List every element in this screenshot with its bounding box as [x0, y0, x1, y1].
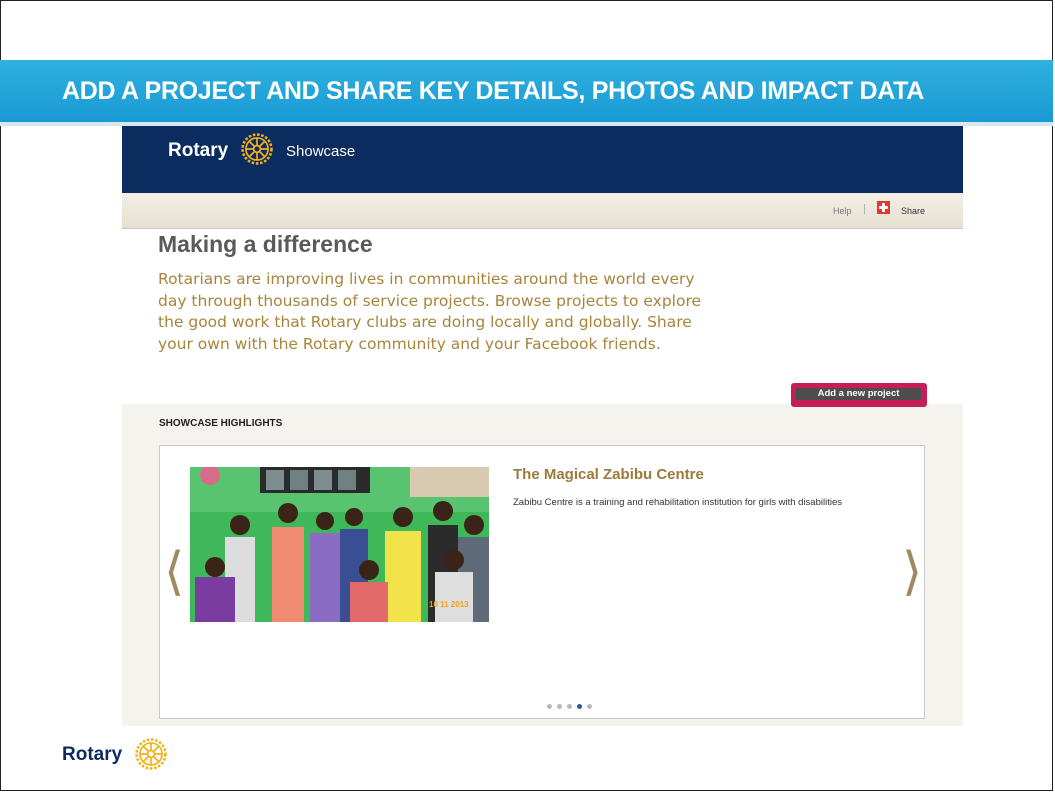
add-project-button[interactable]: Add a new project [791, 383, 927, 407]
slide-title-bar: ADD A PROJECT AND SHARE KEY DETAILS, PHO… [0, 60, 1053, 126]
rotary-wheel-icon [241, 133, 273, 165]
highlights-title: SHOWCASE HIGHLIGHTS [159, 418, 283, 429]
help-link[interactable]: Help [833, 206, 852, 216]
carousel-dot[interactable] [567, 704, 572, 709]
project-description: Zabibu Centre is a training and rehabili… [513, 497, 842, 508]
highlights-carousel: ⟨ 10 11 2013 The Magical Zabibu Centre Z… [159, 445, 925, 719]
carousel-dot[interactable] [547, 704, 552, 709]
chevron-right-icon[interactable]: ⟩ [902, 546, 922, 598]
group-photo-image [190, 467, 489, 622]
intro-text: Rotarians are improving lives in communi… [158, 270, 702, 353]
photo-date-stamp: 10 11 2013 [429, 600, 469, 609]
showcase-highlights: SHOWCASE HIGHLIGHTS ⟨ 10 11 2013 The Mag… [122, 404, 963, 726]
showcase-screenshot: Rotary Showcase Help | Share Making a di… [122, 126, 963, 726]
carousel-dot[interactable] [587, 704, 592, 709]
utility-bar: Help | Share [122, 193, 963, 229]
project-photo[interactable]: 10 11 2013 [190, 467, 489, 622]
brand-name[interactable]: Rotary [168, 140, 228, 162]
rotary-wheel-icon [135, 738, 167, 770]
page-heading: Making a difference [158, 231, 373, 257]
footer-brand-name: Rotary [62, 744, 123, 765]
site-header: Rotary Showcase [122, 126, 963, 193]
product-name: Showcase [286, 143, 356, 160]
carousel-dot-active[interactable] [577, 704, 582, 709]
carousel-dot[interactable] [557, 704, 562, 709]
project-title-link[interactable]: The Magical Zabibu Centre [513, 466, 704, 483]
chevron-left-icon[interactable]: ⟨ [164, 546, 184, 598]
utility-separator: | [863, 203, 866, 215]
share-link[interactable]: Share [901, 206, 925, 216]
add-project-label: Add a new project [796, 388, 921, 400]
slide-title: ADD A PROJECT AND SHARE KEY DETAILS, PHO… [62, 77, 924, 105]
plus-icon[interactable] [877, 201, 890, 214]
